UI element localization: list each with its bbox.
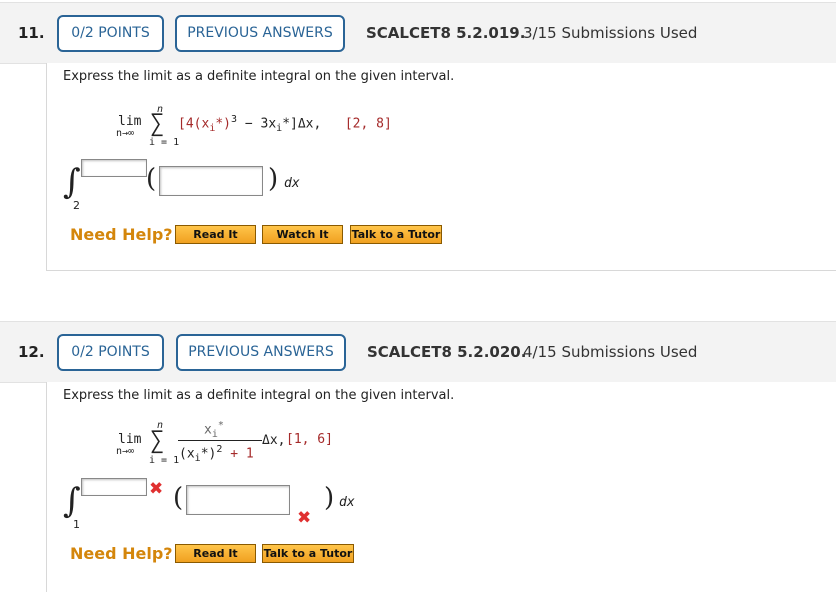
q12-num-x: x bbox=[204, 422, 212, 438]
q11-lim: lim bbox=[118, 114, 142, 129]
q12-sigma: ∑ bbox=[150, 426, 165, 454]
q12-integrand-incorrect-icon: ✖ bbox=[297, 508, 312, 528]
q12-limit-expression: lim n→∞ n ∑ i = 1 xi* (xi*)2 + 1 Δx, [1,… bbox=[116, 418, 346, 470]
q11-n-to-inf: n→∞ bbox=[116, 128, 135, 139]
q11-help-label: Need Help? bbox=[70, 225, 173, 244]
q12-code: SCALCET8 5.2.020. bbox=[367, 343, 527, 361]
q12-dx: dx bbox=[339, 495, 355, 510]
q12-previous-answers-button[interactable]: PREVIOUS ANSWERS bbox=[176, 334, 346, 371]
q11-term-mid: *) bbox=[215, 116, 231, 132]
q11-lower-limit: 2 bbox=[73, 199, 80, 212]
q11-sigma: ∑ bbox=[150, 109, 165, 137]
q11-term-end: ]Δx, bbox=[290, 116, 322, 132]
q11-interval: [2, 8] bbox=[344, 116, 392, 132]
q12-right-paren: ) bbox=[324, 483, 335, 513]
q12-numerator: xi* bbox=[204, 420, 224, 440]
q11-term-minus: − 3x bbox=[244, 116, 277, 132]
q11-number: 11. bbox=[18, 24, 45, 42]
q11-points-button[interactable]: 0/2 POINTS bbox=[57, 15, 164, 52]
q12-prompt: Express the limit as a definite integral… bbox=[63, 388, 455, 403]
q11-term-exp: 3 bbox=[231, 114, 238, 125]
q12-num-star: * bbox=[217, 420, 224, 431]
q12-fraction-bar bbox=[178, 440, 262, 441]
q12-help-label: Need Help? bbox=[70, 544, 173, 563]
q11-watch-it-button[interactable]: Watch It bbox=[262, 225, 343, 244]
q12-lower-limit: 1 bbox=[73, 518, 80, 531]
q11-upper-limit-input[interactable] bbox=[81, 159, 147, 177]
q11-left-paren: ( bbox=[146, 164, 157, 194]
q12-den-prefix: (x bbox=[179, 446, 195, 462]
q12-upper-limit-input[interactable] bbox=[81, 478, 147, 496]
q12-integrand-input[interactable] bbox=[186, 485, 290, 515]
q12-header: 12. 0/2 POINTS PREVIOUS ANSWERS SCALCET8… bbox=[0, 321, 836, 383]
q11-right-paren: ) bbox=[268, 164, 279, 194]
q12-submissions: 4/15 Submissions Used bbox=[523, 343, 698, 361]
q11-limit-expression: lim n→∞ n ∑ i = 1 [4(xi*)3 − 3xi*]Δx, [2… bbox=[116, 104, 392, 154]
q12-integral-icon: ∫ bbox=[63, 481, 81, 521]
q11-sum-lower: i = 1 bbox=[149, 137, 180, 148]
q11-dx: dx bbox=[284, 176, 300, 191]
q12-left-paren: ( bbox=[173, 483, 184, 513]
q12-den-end: + 1 bbox=[222, 446, 254, 462]
q12-upper-limit-incorrect-icon: ✖ bbox=[149, 479, 164, 499]
q11-prompt: Express the limit as a definite integral… bbox=[63, 69, 455, 84]
q11-code: SCALCET8 5.2.019. bbox=[366, 24, 526, 42]
q12-read-it-button[interactable]: Read It bbox=[175, 544, 256, 563]
q11-header: 11. 0/2 POINTS PREVIOUS ANSWERS SCALCET8… bbox=[0, 2, 836, 64]
q12-den-mid: *) bbox=[200, 446, 217, 462]
q11-integral-icon: ∫ bbox=[63, 162, 81, 202]
q12-sum-lower: i = 1 bbox=[149, 455, 180, 466]
q11-read-it-button[interactable]: Read It bbox=[175, 225, 256, 244]
q12-interval: [1, 6] bbox=[286, 432, 333, 447]
q11-talk-to-tutor-button[interactable]: Talk to a Tutor bbox=[350, 225, 442, 244]
q11-term-star: * bbox=[282, 116, 291, 132]
q12-n-to-inf: n→∞ bbox=[116, 446, 135, 457]
q12-number: 12. bbox=[18, 343, 45, 361]
q11-previous-answers-button[interactable]: PREVIOUS ANSWERS bbox=[175, 15, 345, 52]
q11-submissions: 3/15 Submissions Used bbox=[523, 24, 698, 42]
q12-lim: lim bbox=[118, 432, 142, 447]
q12-delta: Δx, bbox=[262, 433, 286, 448]
q12-denominator: (xi*)2 + 1 bbox=[179, 444, 254, 464]
q12-points-button[interactable]: 0/2 POINTS bbox=[57, 334, 164, 371]
q11-term: [4(xi*)3 − 3xi*]Δx, [2, 8] bbox=[178, 114, 392, 134]
q11-integrand-input[interactable] bbox=[159, 166, 263, 196]
q11-term-prefix: [4(x bbox=[178, 116, 210, 132]
q12-talk-to-tutor-button[interactable]: Talk to a Tutor bbox=[262, 544, 354, 563]
